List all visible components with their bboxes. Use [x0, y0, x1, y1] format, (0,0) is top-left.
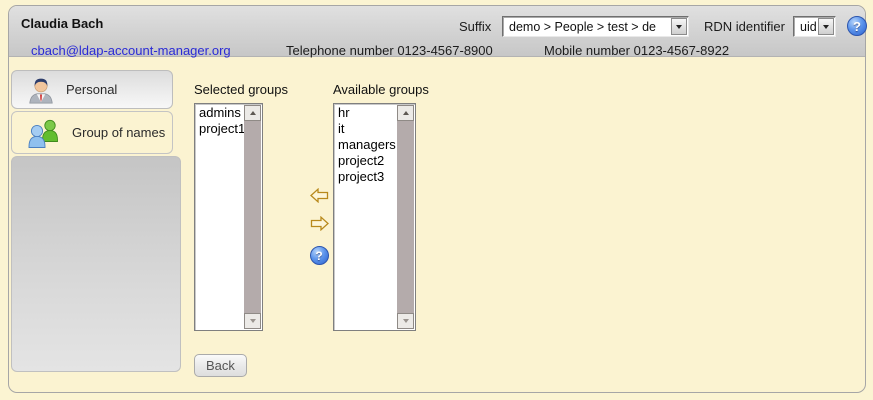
move-left-arrow-icon[interactable]	[310, 188, 329, 203]
scroll-up-icon[interactable]	[244, 105, 261, 121]
telephone-label: Telephone number	[286, 43, 394, 58]
scroll-down-icon[interactable]	[244, 313, 261, 329]
move-right-arrow-icon[interactable]	[310, 216, 329, 231]
scrollbar[interactable]	[397, 105, 414, 329]
help-icon[interactable]: ?	[847, 16, 867, 36]
list-item[interactable]: project1	[196, 121, 244, 137]
help-icon[interactable]: ?	[310, 246, 329, 265]
telephone-number: Telephone number 0123-4567-8900	[286, 43, 493, 58]
available-groups-label: Available groups	[333, 82, 429, 97]
suffix-select-value: demo > People > test > de	[503, 20, 670, 34]
group-icon	[26, 117, 62, 149]
back-button[interactable]: Back	[194, 354, 247, 377]
tab-group-of-names-label: Group of names	[72, 125, 165, 140]
mobile-label: Mobile number	[544, 43, 630, 58]
suffix-select[interactable]: demo > People > test > de	[502, 16, 689, 37]
rdn-identifier-label: RDN identifier	[704, 19, 785, 34]
user-icon	[26, 75, 56, 105]
mobile-value: 0123-4567-8922	[634, 43, 729, 58]
suffix-label: Suffix	[459, 19, 491, 34]
sidebar-panel	[11, 156, 181, 372]
rdn-select-value: uid	[794, 20, 817, 34]
tab-personal-label: Personal	[66, 82, 117, 97]
email-link[interactable]: cbach@ldap-account-manager.org	[31, 43, 231, 58]
scrollbar[interactable]	[244, 105, 261, 329]
telephone-value: 0123-4567-8900	[397, 43, 492, 58]
rdn-select-dropdown-button[interactable]	[818, 18, 834, 35]
selected-groups-label: Selected groups	[194, 82, 288, 97]
tab-personal[interactable]: Personal	[11, 70, 173, 109]
suffix-select-dropdown-button[interactable]	[671, 18, 687, 35]
scroll-down-icon[interactable]	[397, 313, 414, 329]
list-item[interactable]: hr	[335, 105, 397, 121]
available-groups-listbox[interactable]: hritmanagersproject2project3	[333, 103, 416, 331]
list-item[interactable]: project2	[335, 153, 397, 169]
scroll-up-icon[interactable]	[397, 105, 414, 121]
list-item[interactable]: project3	[335, 169, 397, 185]
list-item[interactable]: managers	[335, 137, 397, 153]
list-item[interactable]: it	[335, 121, 397, 137]
mobile-number: Mobile number 0123-4567-8922	[544, 43, 729, 58]
account-header: Claudia Bach Suffix demo > People > test…	[9, 6, 865, 57]
rdn-identifier-select[interactable]: uid	[793, 16, 836, 37]
account-name: Claudia Bach	[21, 16, 103, 31]
available-groups-options: hritmanagersproject2project3	[335, 105, 397, 329]
transfer-controls: ?	[301, 188, 337, 265]
account-edit-window: Claudia Bach Suffix demo > People > test…	[8, 5, 866, 393]
selected-groups-options: adminsproject1	[196, 105, 244, 329]
chevron-down-icon	[676, 25, 682, 29]
tab-group-of-names[interactable]: Group of names	[11, 111, 173, 154]
chevron-down-icon	[823, 25, 829, 29]
selected-groups-listbox[interactable]: adminsproject1	[194, 103, 263, 331]
list-item[interactable]: admins	[196, 105, 244, 121]
